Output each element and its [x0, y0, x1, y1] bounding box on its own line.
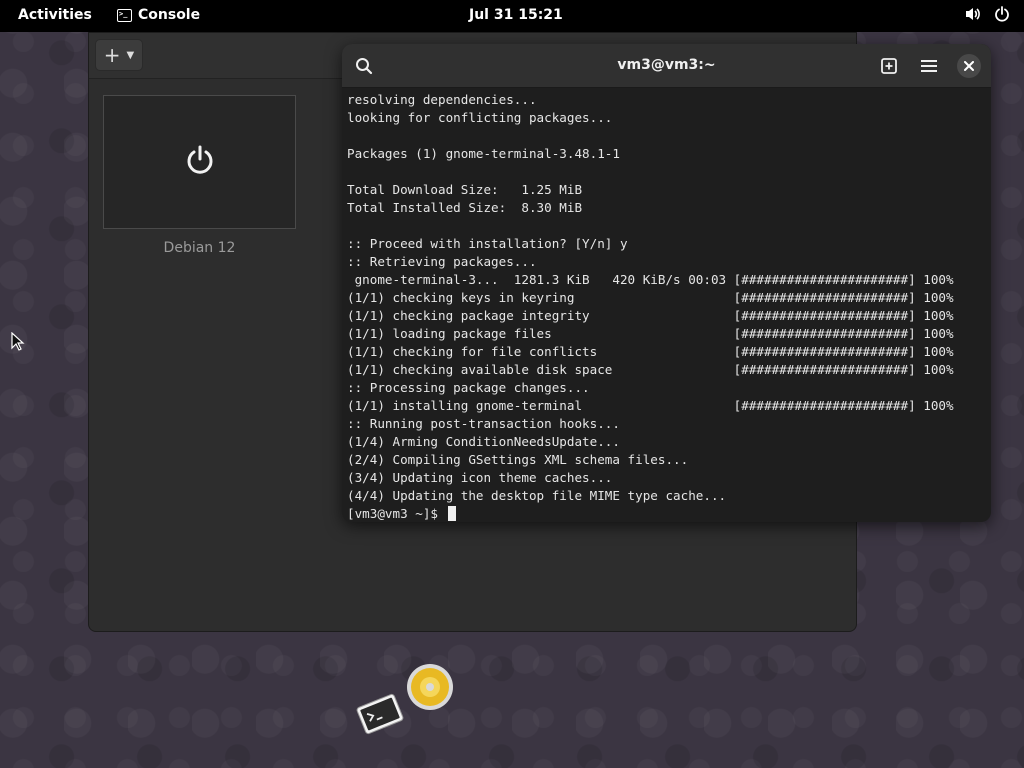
new-vm-button[interactable]: + ▼ [95, 39, 143, 71]
mouse-cursor [11, 331, 25, 356]
close-icon [964, 61, 974, 71]
terminal-line: (1/1) installing gnome-terminal [#######… [347, 398, 954, 413]
terminal-line: (1/1) checking for file conflicts [#####… [347, 344, 954, 359]
terminal-line: (1/1) loading package files [###########… [347, 326, 954, 341]
terminal-line: :: Running post-transaction hooks... [347, 416, 620, 431]
terminal-line: (1/1) checking package integrity [######… [347, 308, 954, 323]
terminal-prompt-line[interactable]: [vm3@vm3 ~]$ [347, 505, 987, 522]
disc-launcher[interactable] [404, 661, 456, 713]
new-tab-icon [881, 58, 897, 74]
top-bar: Activities >_ Console Jul 31 15:21 [0, 0, 1024, 32]
app-menu[interactable]: >_ Console [117, 7, 200, 23]
disc-icon [407, 664, 453, 710]
terminal-line: looking for conflicting packages... [347, 110, 613, 125]
terminal-header-bar: vm3@vm3:~ [342, 44, 991, 88]
terminal-line: :: Proceed with installation? [Y/n] y [347, 236, 628, 251]
hamburger-icon [921, 60, 937, 72]
terminal-line: (1/4) Arming ConditionNeedsUpdate... [347, 434, 620, 449]
terminal-line: Total Download Size: 1.25 MiB [347, 182, 583, 197]
app-menu-label: Console [138, 7, 201, 23]
console-app-icon: >_ [117, 8, 132, 22]
vm-thumbnail[interactable] [103, 95, 296, 229]
terminal-line: (3/4) Updating icon theme caches... [347, 470, 613, 485]
activities-button[interactable]: Activities [18, 7, 92, 23]
terminal-line: (1/1) checking keys in keyring [########… [347, 290, 954, 305]
terminal-launcher[interactable] [354, 690, 406, 738]
terminal-output[interactable]: resolving dependencies... looking for con… [347, 91, 987, 522]
terminal-line: (1/1) checking available disk space [###… [347, 362, 954, 377]
terminal-line: gnome-terminal-3... 1281.3 KiB 420 KiB/s… [347, 272, 954, 287]
terminal-line: :: Retrieving packages... [347, 254, 537, 269]
vm-name-label: Debian 12 [163, 240, 236, 256]
new-tab-button[interactable] [877, 54, 901, 78]
terminal-line: (2/4) Compiling GSettings XML schema fil… [347, 452, 689, 467]
terminal-line: :: Processing package changes... [347, 380, 590, 395]
text-cursor [447, 506, 456, 521]
plus-icon: + [103, 43, 121, 67]
speaker-icon [964, 6, 982, 22]
power-icon [184, 144, 216, 180]
terminal-line: resolving dependencies... [347, 92, 537, 107]
chevron-down-icon: ▼ [126, 49, 135, 61]
terminal-line: (4/4) Updating the desktop file MIME typ… [347, 488, 727, 503]
close-button[interactable] [957, 54, 981, 78]
terminal-line: Packages (1) gnome-terminal-3.48.1-1 [347, 146, 620, 161]
terminal-window[interactable]: vm3@vm3:~ resolving dependencies... looki… [342, 44, 991, 522]
terminal-icon [356, 693, 404, 735]
main-menu-button[interactable] [917, 54, 941, 78]
terminal-line: Total Installed Size: 8.30 MiB [347, 200, 583, 215]
power-icon [994, 6, 1010, 22]
terminal-prompt: [vm3@vm3 ~]$ [347, 506, 446, 521]
clock[interactable]: Jul 31 15:21 [469, 7, 563, 23]
system-menu[interactable] [964, 6, 1010, 22]
